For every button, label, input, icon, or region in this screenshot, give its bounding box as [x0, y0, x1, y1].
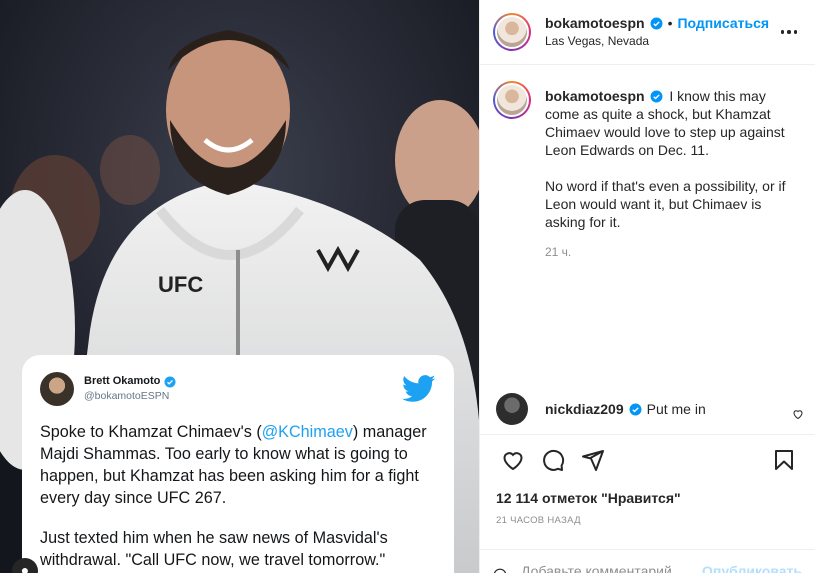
comment-item: nickdiaz209 Put me in	[496, 393, 804, 425]
tweet-author-handle: @bokamotoESPN	[84, 390, 170, 402]
tweet-author-name: Brett Okamoto	[84, 375, 161, 387]
share-button[interactable]	[573, 440, 613, 480]
author-avatar[interactable]	[493, 13, 531, 51]
verified-icon	[629, 403, 642, 415]
emoji-icon[interactable]	[493, 563, 507, 573]
heart-small-icon[interactable]	[792, 408, 804, 420]
author-username[interactable]: bokamotoespn	[545, 14, 645, 32]
follow-button[interactable]: Подписаться	[677, 14, 769, 32]
add-comment-form: Опубликовать	[480, 549, 815, 573]
post-date: 21 ЧАСОВ НАЗАД	[496, 515, 581, 526]
post-caption: bokamotoespn I know this may come as qui…	[480, 65, 815, 261]
more-options-icon[interactable]	[777, 20, 801, 44]
post-image[interactable]: UFC Brett Okamoto @bokamotoESPN Spoke to…	[0, 0, 479, 573]
comment-button[interactable]	[533, 440, 573, 480]
caption-author-avatar[interactable]	[493, 81, 531, 119]
separator-dot: •	[667, 15, 673, 31]
like-button[interactable]	[493, 440, 533, 480]
like-icon	[503, 451, 523, 470]
comment-input[interactable]	[521, 563, 703, 573]
post-location[interactable]: Las Vegas, Nevada	[545, 32, 777, 50]
likes-count[interactable]: 12 114 отметок "Нравится"	[496, 490, 681, 506]
publish-button[interactable]: Опубликовать	[702, 563, 802, 573]
comment-icon	[543, 449, 565, 471]
tweet-card: Brett Okamoto @bokamotoESPN Spoke to Kha…	[22, 355, 454, 573]
tweet-text: Spoke to Khamzat Chimaev's (@KChimaev) m…	[40, 421, 436, 571]
comment-text: Put me in	[646, 401, 706, 417]
post-header: bokamotoespn • Подписаться Las Vegas, Ne…	[480, 0, 815, 65]
share-icon	[582, 449, 604, 471]
save-button[interactable]	[764, 440, 804, 480]
post-sidebar: bokamotoespn • Подписаться Las Vegas, Ne…	[479, 0, 815, 573]
commenter-avatar[interactable]	[496, 393, 528, 425]
verified-icon	[650, 17, 663, 29]
verified-icon	[164, 376, 176, 387]
verified-icon	[651, 90, 663, 103]
action-bar	[480, 434, 815, 484]
tweet-mention-link[interactable]: @KChimaev	[262, 423, 353, 441]
svg-text:UFC: UFC	[158, 272, 203, 297]
tweet-text-para2: Just texted him when he saw news of Masv…	[40, 529, 388, 569]
caption-text-para2: No word if that's even a possibility, or…	[545, 178, 786, 230]
twitter-icon	[402, 375, 436, 402]
tweet-text-part: Spoke to Khamzat Chimaev's (	[40, 423, 262, 441]
caption-username[interactable]: bokamotoespn	[545, 88, 645, 104]
commenter-username[interactable]: nickdiaz209	[545, 401, 624, 417]
save-icon	[775, 449, 793, 470]
caption-timestamp: 21 ч.	[545, 245, 572, 259]
tweet-author-avatar	[40, 372, 74, 406]
